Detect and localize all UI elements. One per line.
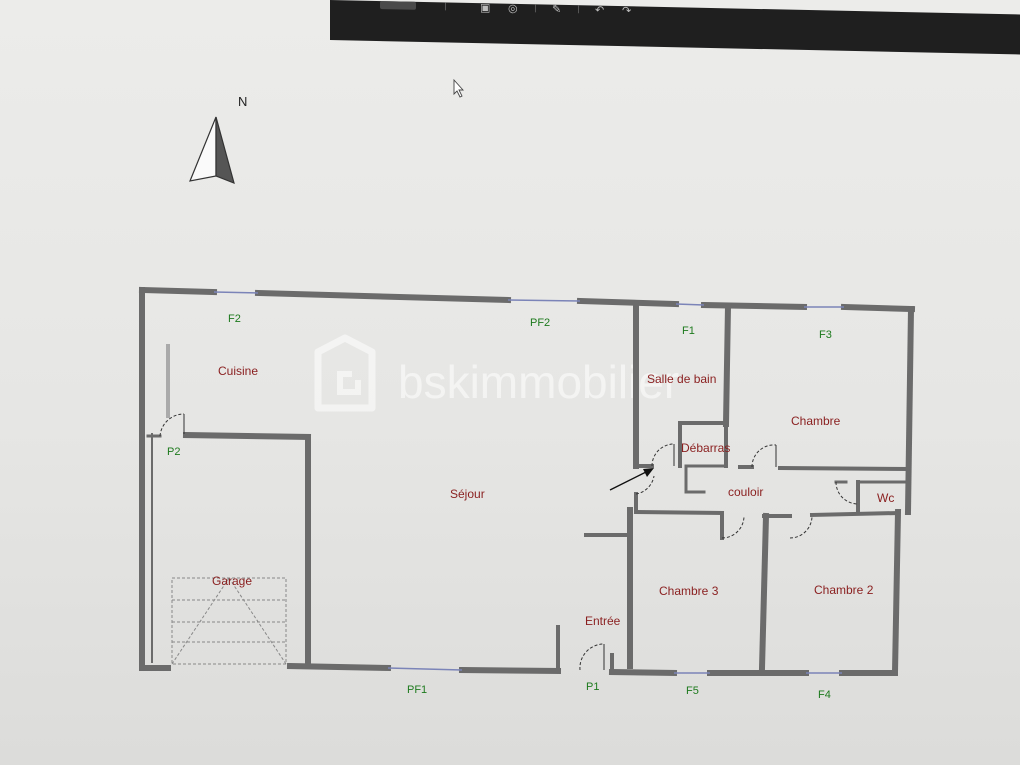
opening-label-f5: F5 [686, 685, 699, 697]
room-label-chambre-2: Chambre 2 [814, 583, 874, 597]
screen: ▣ ◎ ✎ ↶ ↷ N bskimmobilier Cuisine Séjour… [0, 0, 1020, 765]
watermark: bskimmobilier [314, 334, 679, 412]
entry-arrow-icon [609, 468, 654, 491]
opening-label-f2: F2 [228, 313, 241, 325]
room-label-debarras: Débarras [681, 441, 730, 455]
opening-label-pf1: PF1 [407, 684, 427, 696]
opening-label-f3: F3 [819, 329, 832, 341]
opening-label-f4: F4 [818, 689, 831, 701]
walls [138, 286, 916, 677]
room-label-couloir: couloir [728, 485, 763, 499]
room-label-chambre-3: Chambre 3 [659, 584, 719, 598]
opening-label-p2: P2 [167, 446, 180, 458]
opening-label-f1: F1 [682, 325, 695, 337]
room-label-cuisine: Cuisine [218, 364, 258, 378]
mouse-cursor-icon [453, 78, 465, 98]
opening-label-pf2: PF2 [530, 317, 550, 329]
garage-door [171, 577, 287, 665]
room-label-salle-de-bain: Salle de bain [647, 372, 716, 386]
opening-label-p1: P1 [586, 681, 599, 693]
north-label: N [238, 94, 247, 109]
floor-plan: N bskimmobilier Cuisine Séjour Salle de … [138, 78, 916, 701]
room-label-entree: Entrée [585, 614, 621, 628]
room-label-wc: Wc [877, 491, 894, 505]
room-label-garage: Garage [212, 574, 252, 588]
north-arrow: N [189, 94, 247, 184]
room-label-sejour: Séjour [450, 487, 485, 501]
room-label-chambre: Chambre [791, 414, 841, 428]
